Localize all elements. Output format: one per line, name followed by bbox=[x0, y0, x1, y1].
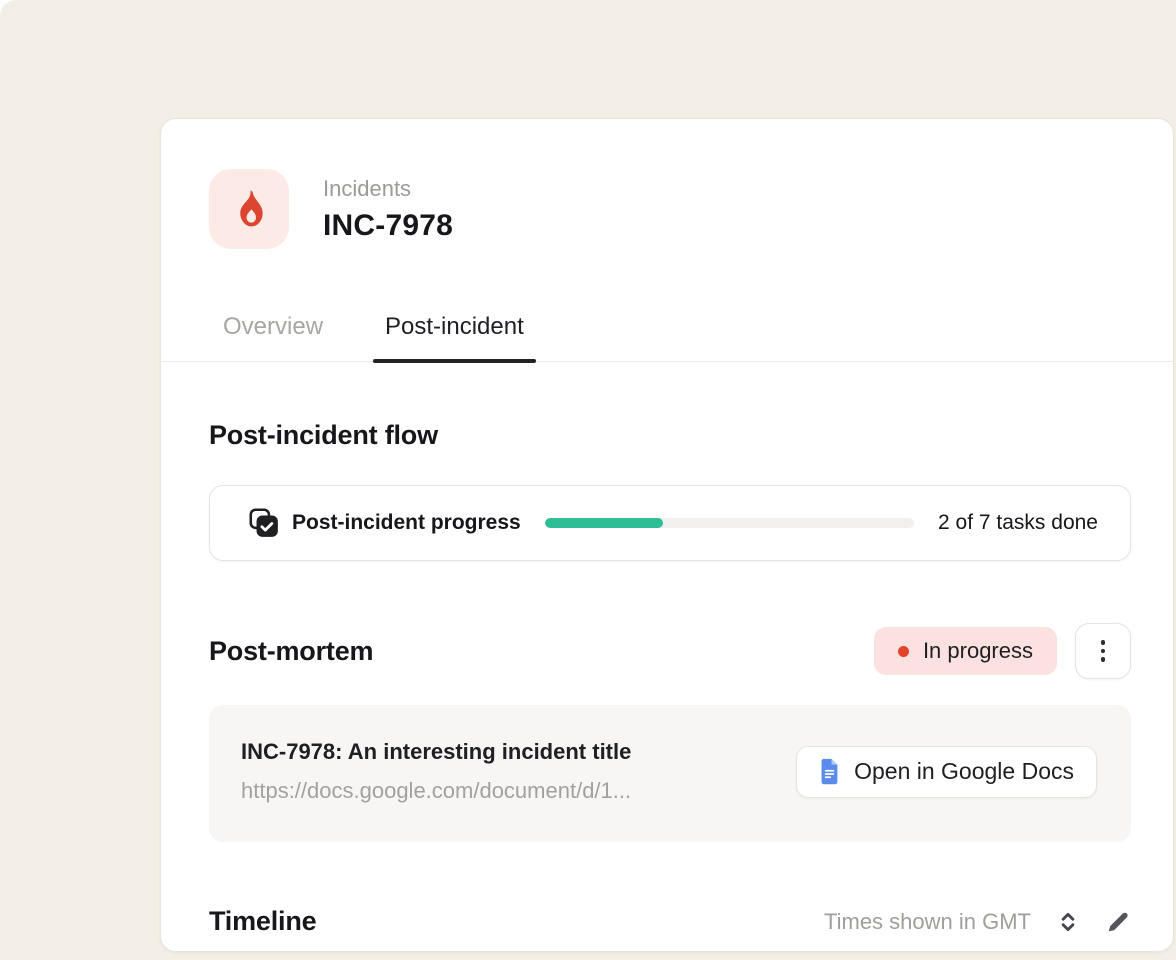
open-in-google-docs-button[interactable]: Open in Google Docs bbox=[796, 746, 1097, 798]
doc-info: INC-7978: An interesting incident title … bbox=[241, 739, 631, 804]
open-button-label: Open in Google Docs bbox=[854, 758, 1074, 785]
post-mortem-section: Post-mortem In progress INC-7978: An int… bbox=[209, 623, 1131, 842]
more-options-button[interactable] bbox=[1075, 623, 1131, 679]
tab-bar: Overview Post-incident bbox=[161, 313, 1173, 362]
timezone-note: Times shown in GMT bbox=[824, 909, 1031, 935]
post-mortem-doc-card: INC-7978: An interesting incident title … bbox=[209, 705, 1131, 842]
incident-title-block: Incidents INC-7978 bbox=[323, 176, 453, 243]
chevron-up-down-icon bbox=[1055, 909, 1081, 935]
doc-title: INC-7978: An interesting incident title bbox=[241, 739, 631, 765]
status-badge[interactable]: In progress bbox=[874, 627, 1057, 675]
google-docs-icon bbox=[819, 758, 840, 785]
progress-bar bbox=[545, 518, 914, 528]
incident-card: Incidents INC-7978 Overview Post-inciden… bbox=[160, 118, 1174, 952]
timeline-section: Timeline Times shown in GMT bbox=[209, 906, 1131, 937]
incident-icon-badge bbox=[209, 169, 289, 249]
tab-overview[interactable]: Overview bbox=[223, 313, 323, 361]
progress-status-text: 2 of 7 tasks done bbox=[938, 511, 1098, 535]
incident-category-label: Incidents bbox=[323, 176, 453, 202]
flame-icon bbox=[228, 188, 270, 230]
incident-header: Incidents INC-7978 bbox=[209, 169, 1131, 249]
incident-id-title: INC-7978 bbox=[323, 209, 453, 243]
tab-post-incident[interactable]: Post-incident bbox=[385, 313, 524, 361]
post-incident-flow-heading: Post-incident flow bbox=[209, 420, 1131, 451]
post-mortem-heading: Post-mortem bbox=[209, 636, 373, 667]
post-incident-progress-card[interactable]: Post-incident progress 2 of 7 tasks done bbox=[209, 485, 1131, 561]
checklist-icon bbox=[248, 507, 280, 539]
edit-timeline-button[interactable] bbox=[1105, 909, 1131, 935]
progress-label: Post-incident progress bbox=[292, 511, 521, 535]
timeline-heading: Timeline bbox=[209, 906, 316, 937]
pencil-icon bbox=[1105, 909, 1131, 935]
status-dot-icon bbox=[898, 646, 909, 657]
post-mortem-header-row: Post-mortem In progress bbox=[209, 623, 1131, 679]
page-background: Incidents INC-7978 Overview Post-inciden… bbox=[0, 0, 1176, 960]
kebab-icon bbox=[1101, 640, 1106, 662]
timeline-controls: Times shown in GMT bbox=[824, 909, 1131, 935]
post-incident-flow-section: Post-incident flow Post-incident progres… bbox=[209, 420, 1131, 561]
status-badge-label: In progress bbox=[923, 638, 1033, 664]
post-mortem-actions: In progress bbox=[874, 623, 1131, 679]
progress-fill bbox=[545, 518, 663, 528]
doc-url: https://docs.google.com/document/d/1... bbox=[241, 778, 631, 804]
timezone-selector-button[interactable] bbox=[1055, 909, 1081, 935]
